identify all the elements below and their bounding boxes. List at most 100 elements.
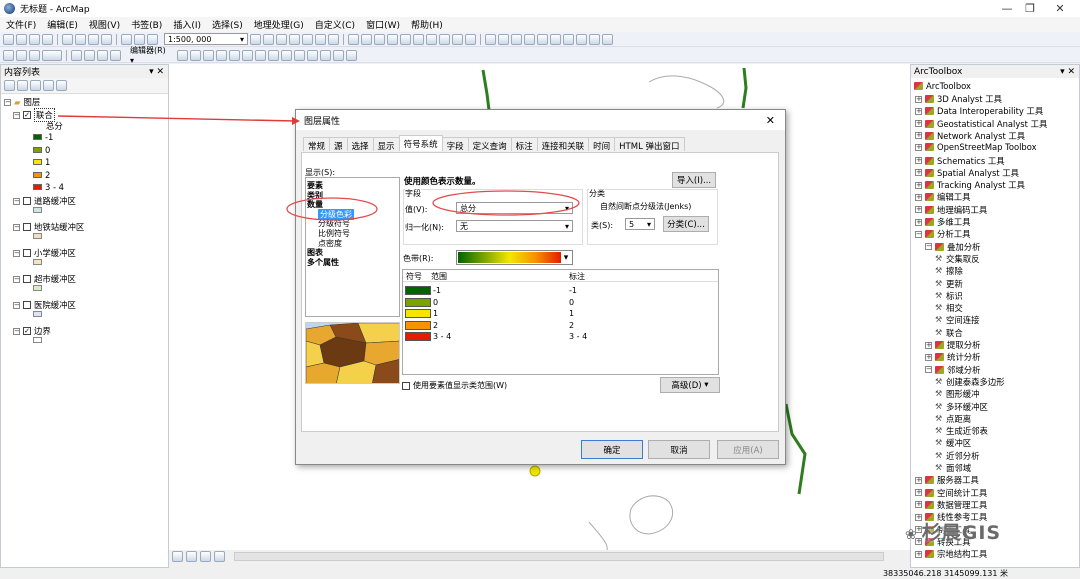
new-icon[interactable]	[3, 33, 14, 45]
toc-layer[interactable]: − 道路缓冲区	[13, 195, 76, 207]
edit-annotation-icon[interactable]	[190, 49, 201, 61]
toolbox-item[interactable]: + 提取分析	[925, 339, 981, 351]
expand-icon[interactable]: +	[915, 476, 922, 484]
tab-8[interactable]: 连接和关联	[536, 137, 590, 152]
toc-options-icon[interactable]	[56, 80, 67, 91]
menu-item[interactable]: 插入(I)	[173, 18, 201, 31]
toc-pin-close-icon[interactable]: ▾ ✕	[149, 67, 164, 77]
endpoint-arc-icon[interactable]	[216, 49, 227, 61]
toolbox-item[interactable]: + 数据管理工具	[915, 499, 987, 511]
draw-icon[interactable]	[110, 49, 121, 61]
toolbox-item[interactable]: + 多维工具	[915, 216, 971, 228]
expand-icon[interactable]: +	[915, 550, 922, 558]
toolbox-item[interactable]: + Network Analyst 工具	[915, 130, 1025, 142]
trace-icon[interactable]	[229, 49, 240, 61]
class-symbol-swatch[interactable]	[405, 309, 431, 318]
arctoolbox-icon[interactable]	[302, 33, 313, 45]
menu-item[interactable]: 编辑(E)	[47, 18, 78, 31]
layout-icon[interactable]	[84, 49, 95, 61]
toc-legend-item[interactable]: 3 - 4	[33, 182, 64, 192]
expand-icon[interactable]: +	[915, 143, 922, 151]
toc-layer[interactable]: − ✓ 边界	[13, 325, 51, 337]
copy-icon[interactable]	[75, 33, 86, 45]
toc-layer[interactable]: − 医院缓冲区	[13, 299, 76, 311]
find-route-icon[interactable]	[563, 33, 574, 45]
menu-item[interactable]: 自定义(C)	[315, 18, 355, 31]
back-extent-icon[interactable]	[426, 33, 437, 45]
menu-item[interactable]: 文件(F)	[6, 18, 36, 31]
toolbox-item[interactable]: + 编辑工具	[915, 191, 971, 203]
cut-icon[interactable]	[62, 33, 73, 45]
tab-3[interactable]: 显示	[372, 137, 400, 152]
tool-item[interactable]: ⚒ 交集取反	[935, 253, 980, 265]
select-elements-icon[interactable]	[485, 33, 496, 45]
tab-1[interactable]: 源	[329, 137, 348, 152]
save-icon[interactable]	[29, 33, 40, 45]
forward-extent-icon[interactable]	[439, 33, 450, 45]
reshape-icon[interactable]	[268, 49, 279, 61]
layer-icon[interactable]	[3, 49, 14, 61]
add-data-icon[interactable]	[147, 33, 158, 45]
class-count-select[interactable]: 5 ▾	[625, 218, 655, 230]
toolbox-item[interactable]: + Spatial Analyst 工具	[915, 167, 1019, 179]
georef-icon[interactable]	[71, 49, 82, 61]
expand-icon[interactable]: +	[925, 353, 932, 361]
toolbox-item[interactable]: + 空间统计工具	[915, 487, 987, 499]
split-icon[interactable]	[294, 49, 305, 61]
layer-visibility-checkbox[interactable]: ✓	[23, 327, 31, 335]
create-viewer-icon[interactable]	[602, 33, 613, 45]
catalog-window-icon[interactable]	[276, 33, 287, 45]
horizontal-scrollbar[interactable]	[234, 552, 884, 561]
collapse-icon[interactable]: −	[13, 111, 20, 119]
toc-layer[interactable]: − 小学缓冲区	[13, 247, 76, 259]
open-icon[interactable]	[16, 33, 27, 45]
toolbox-item[interactable]: + 地理编码工具	[915, 204, 987, 216]
class-row[interactable]: 3 - 4 3 - 4	[403, 331, 718, 342]
expand-icon[interactable]: −	[13, 249, 20, 257]
toolbox-item[interactable]: + 宗地结构工具	[915, 548, 987, 560]
toc-layer-symbol[interactable]	[33, 207, 42, 213]
layout-view-icon[interactable]	[186, 551, 197, 562]
color-icon[interactable]	[29, 49, 40, 61]
undo-icon[interactable]	[121, 33, 132, 45]
toc-layer[interactable]: − 超市缓冲区	[13, 273, 76, 285]
toolbox-item[interactable]: + Geostatistical Analyst 工具	[915, 118, 1047, 130]
list-by-drawing-order-icon[interactable]	[4, 80, 15, 91]
delete-icon[interactable]	[101, 33, 112, 45]
point-icon[interactable]	[242, 49, 253, 61]
cancel-button[interactable]: 取消	[648, 440, 710, 459]
value-select[interactable]: 总分 ▾	[456, 202, 573, 214]
data-view-icon[interactable]	[172, 551, 183, 562]
fixed-zoom-out-icon[interactable]	[413, 33, 424, 45]
collapse-icon[interactable]: −	[915, 230, 922, 238]
class-row[interactable]: -1 -1	[403, 285, 718, 296]
toc-legend-item[interactable]: -1	[33, 132, 53, 142]
toolbox-item[interactable]: − 邻域分析	[925, 364, 981, 376]
tab-7[interactable]: 标注	[510, 137, 538, 152]
search-window-icon[interactable]	[289, 33, 300, 45]
cut-polygons-icon[interactable]	[281, 49, 292, 61]
close-window-button[interactable]: ✕	[1040, 0, 1080, 17]
toc-layer-symbol[interactable]	[33, 233, 42, 239]
layer-style-icon[interactable]	[16, 49, 27, 61]
tool-item[interactable]: ⚒ 更新	[935, 278, 963, 290]
import-button[interactable]: 导入(I)...	[672, 172, 716, 188]
class-symbol-swatch[interactable]	[405, 286, 431, 295]
pause-drawing-icon[interactable]	[214, 551, 225, 562]
scale-combo[interactable]: 1:500, 000 ▾	[164, 33, 248, 45]
arctoolbox-root[interactable]: ArcToolbox	[914, 81, 971, 91]
toc-layer-symbol[interactable]	[33, 285, 42, 291]
toc-legend-item[interactable]: 2	[33, 170, 50, 180]
redo-icon[interactable]	[134, 33, 145, 45]
pan-icon[interactable]	[374, 33, 385, 45]
tab-9[interactable]: 时间	[588, 137, 616, 152]
print-icon[interactable]	[42, 33, 53, 45]
toc-layer-symbol[interactable]	[33, 311, 42, 317]
editor-toolbar-icon[interactable]	[250, 33, 261, 45]
apply-button[interactable]: 应用(A)	[717, 440, 779, 459]
tab-0[interactable]: 常规	[303, 137, 331, 152]
toolbox-item[interactable]: − 分析工具	[915, 228, 971, 240]
toolbox-item[interactable]: +3D Analyst 工具	[915, 93, 1002, 105]
expand-icon[interactable]: +	[915, 501, 922, 509]
menu-item[interactable]: 书签(B)	[131, 18, 162, 31]
